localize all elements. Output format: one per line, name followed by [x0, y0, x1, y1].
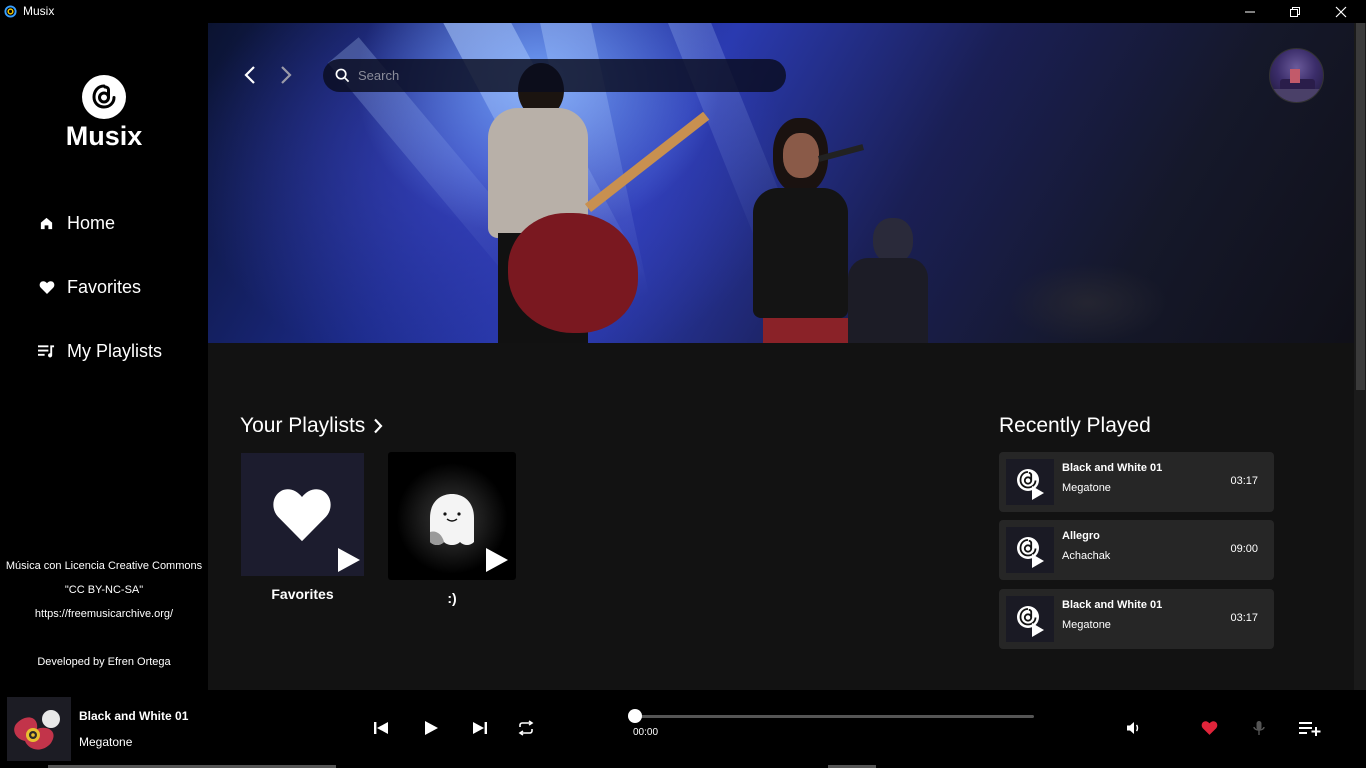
track-title: Black and White 01: [1062, 599, 1163, 611]
sidebar-item-label: My Playlists: [67, 341, 163, 361]
close-icon: [1335, 6, 1347, 17]
bassist-figure: [848, 218, 928, 343]
home-icon: [38, 215, 55, 232]
track-artist: Achachak: [1062, 550, 1111, 562]
playlists-section-header[interactable]: Your Playlists: [240, 414, 383, 438]
next-button[interactable]: [470, 718, 490, 738]
musix-logo-icon: [1017, 469, 1044, 500]
play-icon[interactable]: [486, 548, 508, 572]
app-icon: [4, 5, 17, 18]
musix-logo-icon: [1017, 606, 1044, 637]
restore-button[interactable]: [1272, 0, 1318, 23]
license-text: Música con Licencia Creative Commons: [5, 560, 203, 572]
play-icon[interactable]: [338, 548, 360, 572]
playlist-name: Favorites: [271, 586, 334, 602]
current-time: 00:00: [633, 727, 659, 738]
search-bar[interactable]: [323, 59, 786, 92]
skip-previous-icon: [374, 722, 388, 734]
ghost-icon: [430, 494, 474, 545]
playlist-add-icon: [1299, 722, 1321, 736]
license-type: "CC BY-NC-SA": [64, 584, 144, 596]
logo-text: Musix: [65, 121, 143, 151]
album-art-icon: [14, 710, 60, 750]
track-artist: Megatone: [1062, 482, 1111, 494]
playlist-thumbnail: [241, 453, 364, 576]
sidebar-item-favorites[interactable]: Favorites: [38, 277, 141, 298]
now-playing-artist: Megatone: [79, 735, 133, 749]
close-button[interactable]: [1318, 0, 1364, 23]
add-to-playlist-button[interactable]: [1298, 718, 1322, 738]
minimize-button[interactable]: [1227, 0, 1273, 23]
search-input[interactable]: [358, 68, 758, 83]
heart-icon: [1201, 721, 1217, 735]
playlists-title: Your Playlists: [240, 414, 366, 437]
musix-logo-icon: [1017, 537, 1044, 568]
track-thumbnail: [1006, 459, 1054, 505]
chevron-right-icon: [281, 66, 292, 84]
playlist-card-favorites[interactable]: Favorites: [241, 453, 364, 602]
player-bar: Black and White 01 Megatone 00:00: [0, 690, 1366, 768]
track-artist: Megatone: [1062, 619, 1111, 631]
playlist-card-smiley[interactable]: :): [388, 452, 516, 606]
logo-icon: [82, 75, 126, 119]
track-title: Black and White 01: [1062, 462, 1163, 474]
repeat-icon: [518, 720, 534, 736]
stage-equipment: [1008, 263, 1168, 343]
volume-icon: [1127, 722, 1139, 734]
back-button[interactable]: [240, 63, 260, 87]
sidebar: Musix Home Favorites My Playlists Música…: [0, 23, 208, 690]
lyrics-button[interactable]: [1249, 718, 1269, 738]
recent-track-item[interactable]: Allegro Achachak 09:00: [999, 520, 1274, 580]
progress-track[interactable]: [635, 715, 1034, 718]
repeat-button[interactable]: [516, 718, 536, 738]
chevron-right-icon: [374, 418, 383, 434]
restore-icon: [1290, 6, 1300, 17]
microphone-icon: [1253, 721, 1265, 735]
license-link[interactable]: https://freemusicarchive.org/: [0, 608, 208, 620]
recently-played-title: Recently Played: [999, 414, 1151, 437]
user-avatar[interactable]: [1269, 48, 1324, 103]
track-duration: 09:00: [1230, 543, 1258, 555]
track-thumbnail: [1006, 596, 1054, 642]
sidebar-item-label: Home: [67, 213, 116, 233]
playlist-thumbnail: [388, 452, 516, 580]
main-content: Your Playlists Favorites :) Recently Pla…: [208, 23, 1354, 690]
favorite-button[interactable]: [1199, 718, 1219, 738]
chevron-left-icon: [244, 66, 255, 84]
developer-credit: Developed by Efren Ortega: [37, 656, 171, 668]
heart-icon: [273, 489, 331, 542]
hero-banner: [208, 23, 1354, 343]
volume-button[interactable]: [1124, 718, 1144, 738]
track-thumbnail: [1006, 527, 1054, 573]
play-icon: [425, 721, 438, 735]
window-title: Musix: [23, 4, 55, 18]
now-playing-cover: [7, 697, 71, 761]
sidebar-item-my-playlists[interactable]: My Playlists: [38, 341, 162, 362]
title-bar: Musix: [0, 0, 1366, 23]
recent-track-item[interactable]: Black and White 01 Megatone 03:17: [999, 452, 1274, 512]
sidebar-item-label: Favorites: [67, 277, 142, 297]
sidebar-item-home[interactable]: Home: [38, 213, 115, 234]
heart-icon: [38, 279, 55, 296]
previous-button[interactable]: [371, 718, 391, 738]
guitar-body: [508, 213, 638, 333]
forward-button[interactable]: [276, 63, 296, 87]
play-button[interactable]: [421, 718, 441, 738]
playlist-name: :): [447, 590, 457, 606]
scrollbar-thumb[interactable]: [1356, 23, 1365, 390]
playlist-icon: [38, 343, 55, 360]
track-duration: 03:17: [1230, 612, 1258, 624]
skip-next-icon: [473, 722, 487, 734]
progress-knob[interactable]: [628, 709, 642, 723]
track-title: Allegro: [1062, 530, 1100, 542]
now-playing-title: Black and White 01: [79, 709, 189, 723]
minimize-icon: [1245, 11, 1255, 12]
search-icon: [335, 68, 350, 83]
track-duration: 03:17: [1230, 475, 1258, 487]
recent-track-item[interactable]: Black and White 01 Megatone 03:17: [999, 589, 1274, 649]
